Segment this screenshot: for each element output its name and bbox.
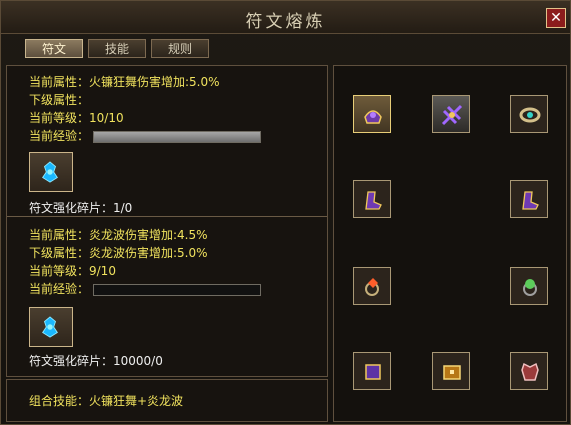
belt-icon (365, 364, 381, 380)
rune-1-next-attr: 下级属性： (29, 93, 90, 107)
tab-rules[interactable]: 规则 (151, 39, 209, 58)
rune-2-fragments: 符文强化碎片：10000/0 (29, 354, 163, 368)
equipment-slot-belt[interactable] (353, 352, 391, 390)
combo-skill-text: 组合技能：火镰狂舞+炎龙波 (29, 394, 184, 408)
rune-info-panel: 当前属性：火镰狂舞伤害增加:5.0% 下级属性： 当前等级：10/10 当前经验… (6, 65, 328, 377)
ring-green-icon (523, 279, 537, 296)
tab-rune[interactable]: 符文 (25, 39, 83, 58)
rune-1-exp-bar (93, 131, 261, 143)
combo-panel: 组合技能：火镰狂舞+炎龙波 (6, 379, 328, 422)
boot-icon (365, 191, 382, 210)
bracelet-icon (519, 107, 541, 123)
rune-section-1: 当前属性：火镰狂舞伤害增加:5.0% 下级属性： 当前等级：10/10 当前经验… (7, 66, 327, 216)
rune-2-exp-label: 当前经验： (29, 282, 90, 296)
equipment-slot-left-boot[interactable] (353, 180, 391, 218)
rune-2-next-attr: 下级属性：炎龙波伤害增加:5.0% (29, 246, 208, 260)
rune-2-slot[interactable] (29, 307, 73, 347)
equipment-slot-bracelet[interactable] (510, 95, 548, 133)
rune-2-current-attr: 当前属性：炎龙波伤害增加:4.5% (29, 228, 208, 242)
equipment-slot-left-ring[interactable] (353, 267, 391, 305)
rune-1-slot[interactable] (29, 152, 73, 192)
rune-1-exp-label: 当前经验： (29, 129, 90, 143)
equipment-slot-right-boot[interactable] (510, 180, 548, 218)
rune-section-2: 当前属性：炎龙波伤害增加:4.5% 下级属性：炎龙波伤害增加:5.0% 当前等级… (7, 217, 327, 376)
armor-icon (521, 362, 539, 381)
blue-rune-icon (42, 316, 58, 338)
equipment-slot-armor[interactable] (510, 352, 548, 390)
rune-1-exp-fill (94, 132, 260, 142)
close-button[interactable]: ✕ (546, 8, 566, 28)
equipment-slot-right-ring[interactable] (510, 267, 548, 305)
weapon-icon (441, 104, 463, 126)
chest-icon (443, 365, 461, 380)
boot-icon (522, 191, 539, 210)
rune-1-fragments: 符文强化碎片：1/0 (29, 201, 133, 215)
blue-rune-icon (42, 161, 58, 183)
tab-skill[interactable]: 技能 (88, 39, 146, 58)
window-title: 符文熔炼 (245, 12, 326, 32)
rune-1-current-attr: 当前属性：火镰狂舞伤害增加:5.0% (29, 75, 220, 89)
rune-1-level: 当前等级：10/10 (29, 111, 124, 125)
equipment-slot-chest[interactable] (432, 352, 470, 390)
equipment-slot-weapon[interactable] (432, 95, 470, 133)
rune-smelting-window: 符文熔炼 ✕ 符文 技能 规则 当前属性：火镰狂舞伤害增加:5.0% 下级属性：… (0, 0, 571, 425)
equipment-panel (333, 65, 567, 422)
equipment-slot-helmet[interactable] (353, 95, 391, 133)
rune-2-level: 当前等级：9/10 (29, 264, 116, 278)
helmet-icon (364, 110, 382, 124)
ring-red-icon (365, 278, 379, 296)
rune-2-exp-bar (93, 284, 261, 296)
title-bar[interactable]: 符文熔炼 ✕ (1, 1, 570, 34)
close-icon: ✕ (550, 10, 562, 26)
